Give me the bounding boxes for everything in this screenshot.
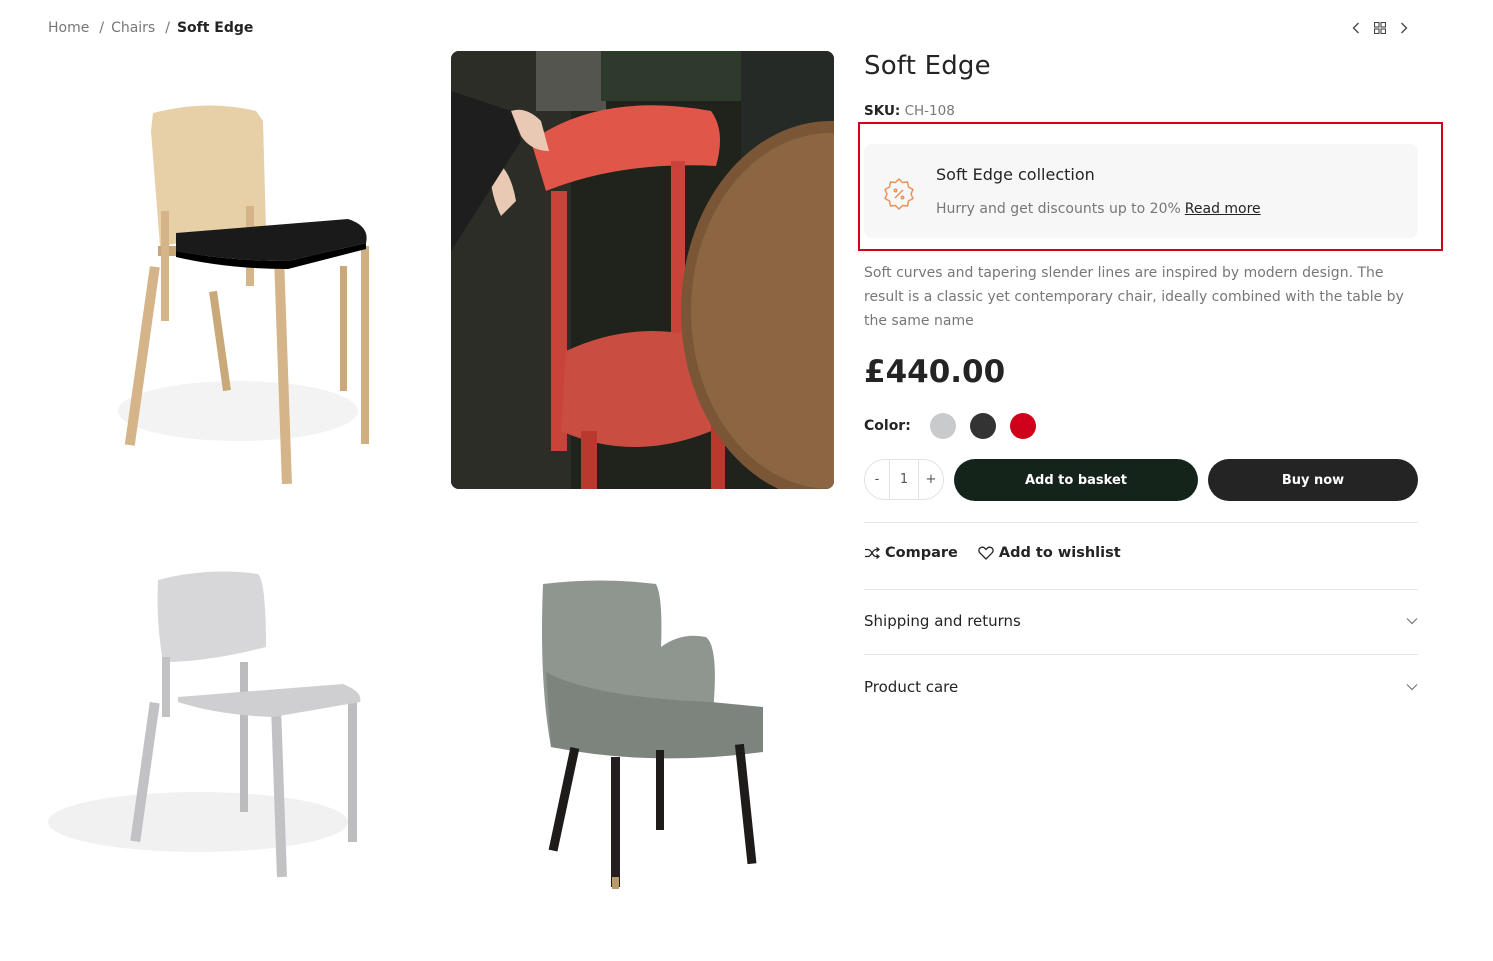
accordion-product-care[interactable]: Product care	[864, 672, 1418, 702]
promo-text: Hurry and get discounts up to 20%	[936, 201, 1181, 217]
color-label: Color:	[864, 418, 911, 434]
discount-badge-icon	[882, 176, 916, 210]
promo-title: Soft Edge collection	[936, 165, 1095, 184]
quantity-decrease-button[interactable]: -	[865, 472, 889, 487]
divider	[864, 589, 1418, 590]
wishlist-label: Add to wishlist	[998, 545, 1121, 561]
product-actions: Compare Add to wishlist	[864, 545, 1141, 561]
quantity-increase-button[interactable]: +	[919, 472, 943, 487]
compare-label: Compare	[885, 545, 958, 561]
sku-label: SKU:	[864, 103, 901, 119]
chevron-down-icon	[1406, 618, 1418, 625]
buy-now-button[interactable]: Buy now	[1208, 459, 1418, 501]
product-image-grey-chair[interactable]	[48, 522, 431, 922]
divider	[864, 654, 1418, 655]
accordion-title: Shipping and returns	[864, 612, 1021, 630]
accordion-shipping-returns[interactable]: Shipping and returns	[864, 606, 1418, 636]
product-summary: Soft Edge SKU: CH-108	[864, 51, 1418, 119]
breadcrumb-current: Soft Edge	[176, 20, 254, 36]
breadcrumb-separator: /	[165, 20, 170, 36]
chevron-left-icon[interactable]	[1349, 20, 1363, 36]
product-price: £440.00	[864, 354, 1006, 390]
product-image-oak-chair[interactable]	[48, 51, 431, 489]
promo-text-wrap: Hurry and get discounts up to 20% Read mo…	[936, 201, 1261, 217]
color-swatch-grey[interactable]	[929, 413, 956, 439]
chevron-down-icon	[1406, 684, 1418, 691]
shuffle-icon	[865, 547, 880, 559]
add-to-wishlist-button[interactable]: Add to wishlist	[978, 545, 1121, 561]
quantity-stepper: - 1 +	[864, 459, 944, 500]
breadcrumb-home[interactable]: Home	[48, 20, 89, 36]
color-swatch-black[interactable]	[969, 413, 996, 439]
divider	[864, 522, 1418, 523]
color-swatch-red[interactable]	[1009, 413, 1036, 439]
product-navigation	[1349, 20, 1411, 36]
breadcrumb-separator: /	[99, 20, 105, 36]
add-to-basket-button[interactable]: Add to basket	[954, 459, 1198, 501]
promo-banner: Soft Edge collection Hurry and get disco…	[864, 144, 1418, 238]
chevron-right-icon[interactable]	[1397, 20, 1411, 36]
quantity-input[interactable]: 1	[889, 459, 919, 500]
read-more-link[interactable]: Read more	[1185, 201, 1261, 217]
compare-button[interactable]: Compare	[864, 545, 958, 561]
accordion-title: Product care	[864, 678, 959, 696]
product-image-red-chair-lifestyle[interactable]	[451, 51, 834, 489]
product-sku: SKU: CH-108	[864, 103, 1418, 119]
heart-icon	[978, 546, 994, 560]
breadcrumb-chairs[interactable]: Chairs	[111, 20, 155, 36]
breadcrumb: Home / Chairs / Soft Edge	[48, 20, 253, 36]
product-description: Soft curves and tapering slender lines a…	[864, 265, 1404, 329]
product-image-armchair[interactable]	[451, 522, 834, 922]
product-title: Soft Edge	[864, 51, 991, 81]
color-selector: Color:	[864, 413, 1050, 439]
grid-icon[interactable]	[1373, 20, 1387, 36]
sku-value: CH-108	[904, 103, 955, 119]
